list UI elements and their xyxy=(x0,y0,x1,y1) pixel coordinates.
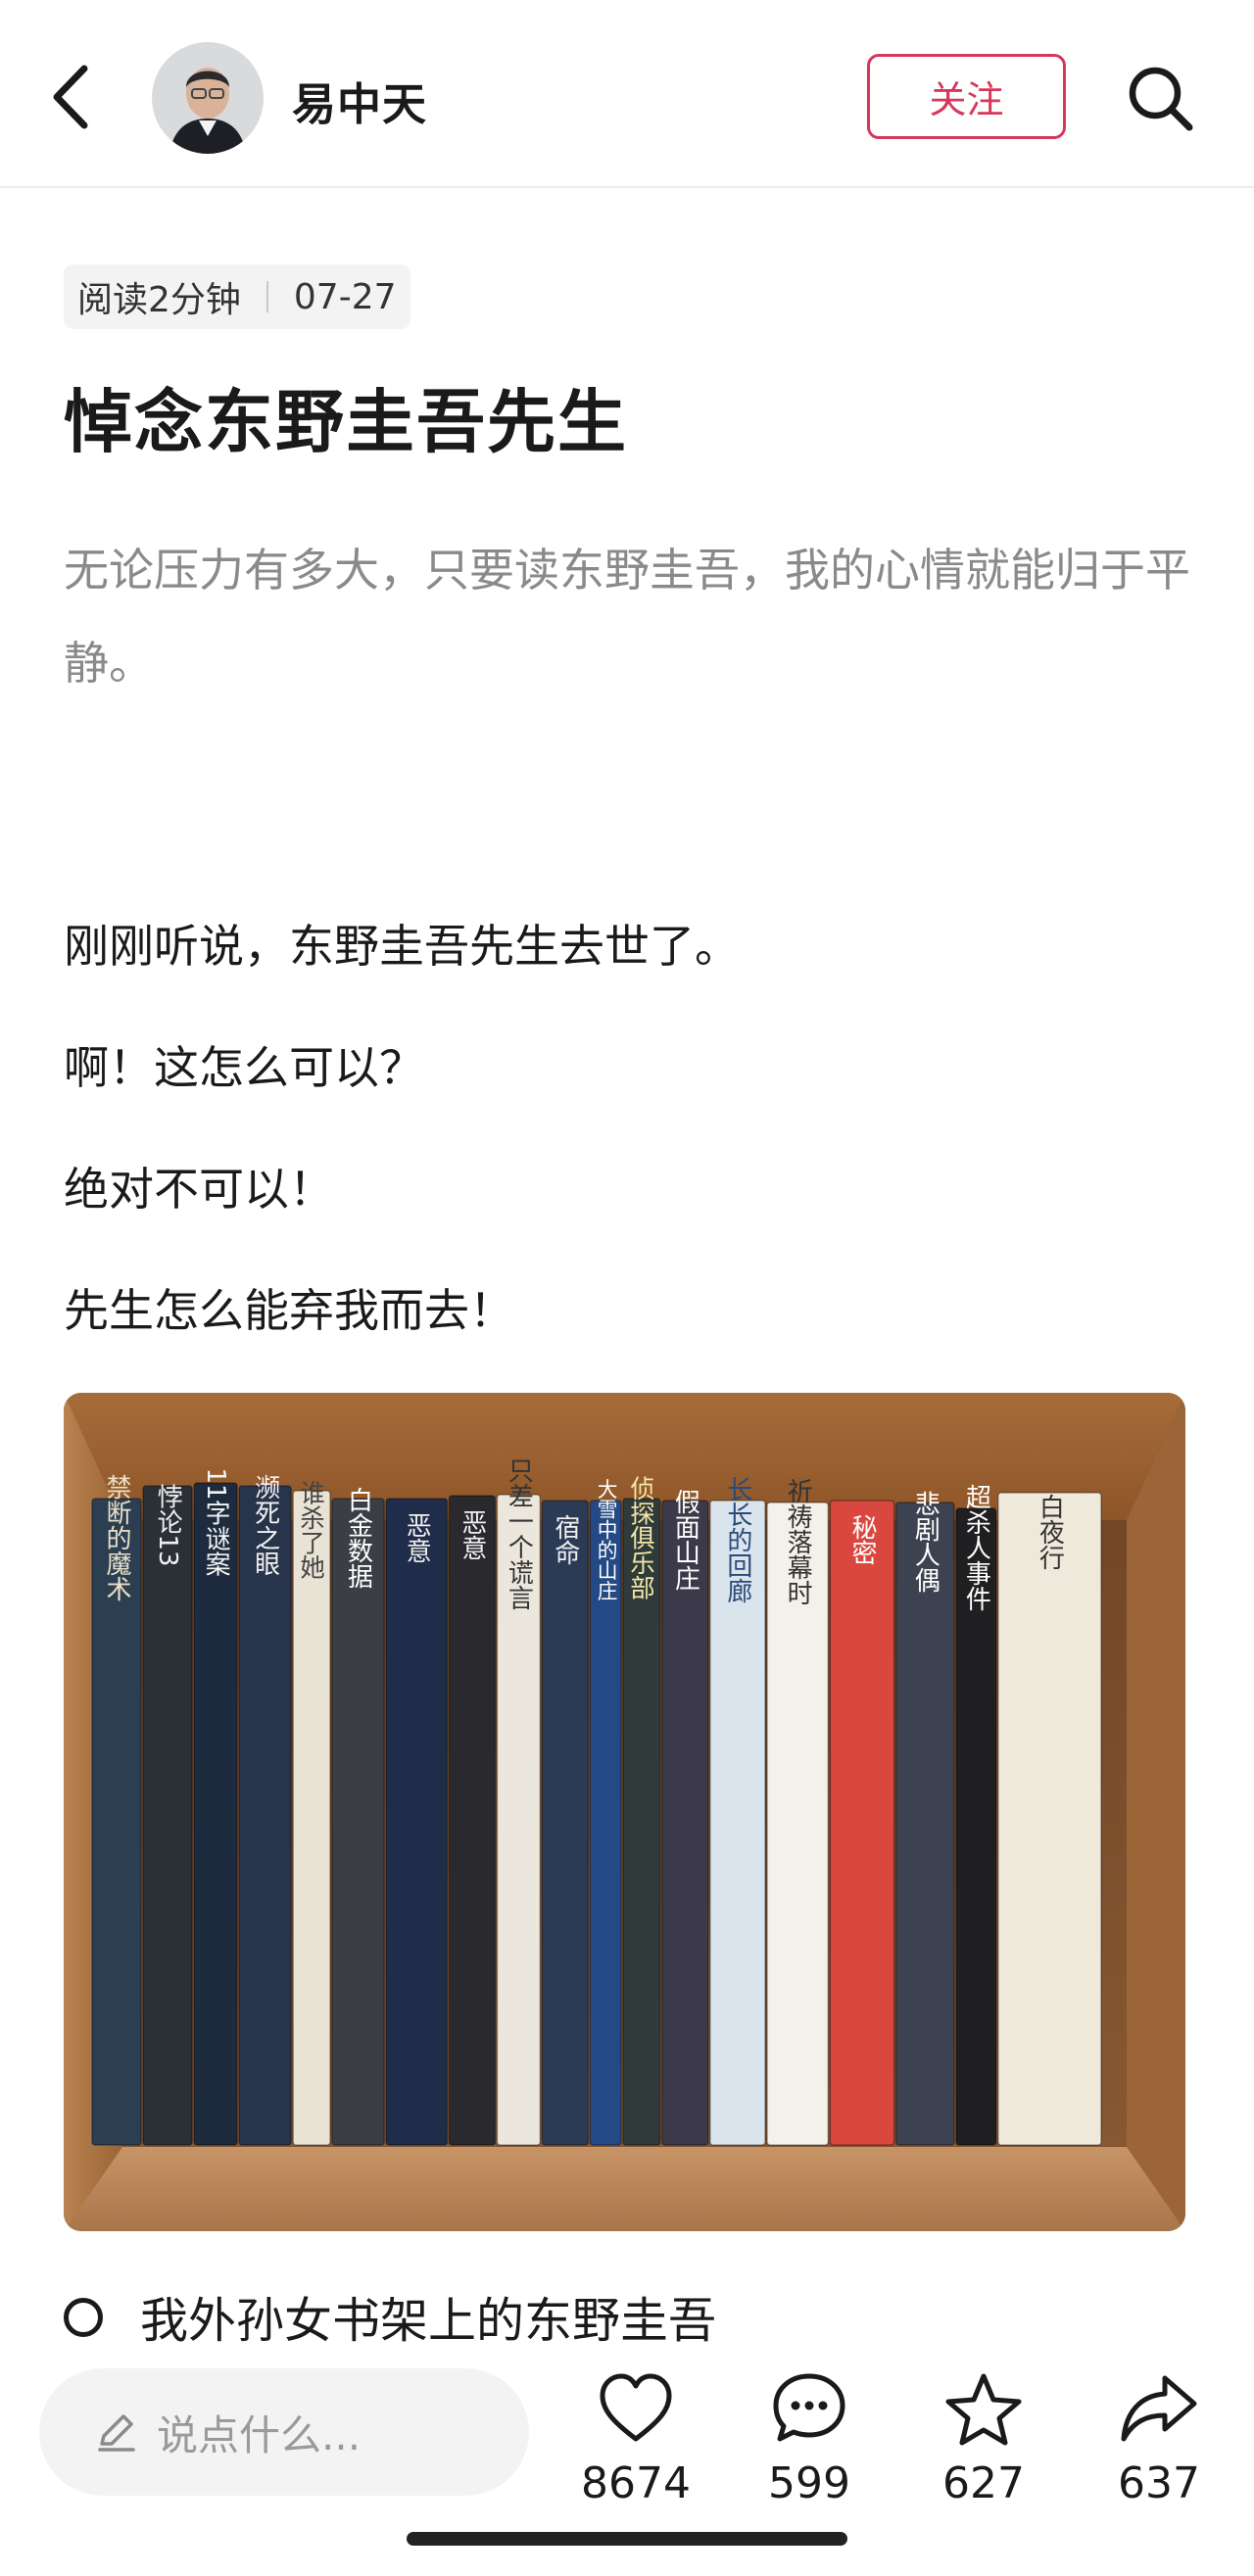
book-spine-title: 白夜行 xyxy=(1035,1494,1064,1570)
back-arrow-icon[interactable] xyxy=(47,61,106,133)
bookshelf-photo[interactable]: 禁断的魔术 悖论13 11字谜案 濒死之眼 谁杀了她 白金数据 恶意 恶意 只差一个谎言 宿命 大雪… xyxy=(64,1393,1185,2231)
home-indicator[interactable] xyxy=(407,2532,847,2546)
top-nav-bar: 易中天 关注 xyxy=(0,0,1254,188)
book-spine-title: 恶意 xyxy=(402,1512,431,1563)
comment-placeholder: 说点什么... xyxy=(157,2410,362,2459)
book-spine xyxy=(448,1495,497,2146)
article-summary: 无论压力有多大，只要读东野圭吾，我的心情就能归于平静。 xyxy=(64,544,1190,690)
search-icon[interactable] xyxy=(1125,63,1195,133)
book-spine-title: 悲剧人偶 xyxy=(910,1491,940,1593)
article-meta: 阅读2分钟 07-27 xyxy=(64,264,410,329)
share-button[interactable]: 637 xyxy=(1095,2370,1223,2508)
author-avatar[interactable] xyxy=(152,42,264,154)
book-spine-title: 禁断的魔术 xyxy=(102,1474,131,1601)
article-paragraph: 啊！这怎么可以？ xyxy=(64,1041,424,1094)
article-paragraph: 刚刚听说，东野圭吾先生去世了。 xyxy=(64,920,740,973)
bookshelf-image: 禁断的魔术 悖论13 11字谜案 濒死之眼 谁杀了她 白金数据 恶意 恶意 只差一个谎言 宿命 大雪… xyxy=(64,1393,1185,2231)
comment-count: 599 xyxy=(768,2458,850,2508)
image-caption-text: 我外孙女书架上的东野圭吾 xyxy=(140,2293,717,2349)
book-spine-title: 只差一个谎言 xyxy=(504,1457,533,1610)
book-spine xyxy=(997,1492,1102,2146)
author-name[interactable]: 易中天 xyxy=(292,69,427,132)
book-spine xyxy=(331,1498,385,2146)
comment-icon xyxy=(773,2373,845,2442)
book-spine xyxy=(385,1498,449,2146)
read-time: 阅读2分钟 xyxy=(77,280,241,320)
book-spine xyxy=(894,1502,955,2146)
publish-date: 07-27 xyxy=(293,276,397,317)
like-button[interactable]: 8674 xyxy=(572,2370,699,2508)
like-count: 8674 xyxy=(581,2458,691,2508)
book-spine xyxy=(292,1490,331,2146)
pencil-icon xyxy=(98,2414,135,2452)
article-paragraph: 先生怎么能弃我而去！ xyxy=(64,1284,514,1337)
book-spine-title: 长长的回廊 xyxy=(723,1476,752,1603)
book-spine-title: 恶意 xyxy=(458,1509,487,1560)
book-spine xyxy=(829,1500,895,2146)
book-spine-title: 11字谜案 xyxy=(201,1467,230,1576)
book-spine xyxy=(661,1500,709,2146)
heart-icon xyxy=(600,2373,672,2442)
article-title: 悼念东野圭吾先生 xyxy=(64,382,628,462)
caption-bullet-icon xyxy=(64,2297,103,2337)
article-paragraph: 绝对不可以！ xyxy=(64,1163,334,1216)
book-spine xyxy=(193,1482,238,2146)
book-spine xyxy=(541,1500,590,2146)
book-spine xyxy=(238,1485,292,2146)
star-icon xyxy=(945,2373,1022,2446)
follow-button[interactable]: 关注 xyxy=(867,54,1066,139)
book-spine xyxy=(142,1485,193,2146)
book-spine-title: 宿命 xyxy=(551,1514,580,1565)
book-spine-title: 谁杀了她 xyxy=(297,1480,326,1579)
book-spine-title: 白金数据 xyxy=(344,1487,373,1589)
image-caption: 我外孙女书架上的东野圭吾 xyxy=(64,2282,716,2352)
book-spine-title: 超杀人事件 xyxy=(961,1484,990,1611)
comment-button[interactable]: 599 xyxy=(746,2370,873,2508)
book-spine-title: 悖论13 xyxy=(153,1483,182,1566)
meta-divider xyxy=(265,281,268,312)
comment-input[interactable]: 说点什么... xyxy=(39,2368,529,2496)
share-icon xyxy=(1121,2375,1197,2442)
book-spine-title: 祈祷落幕时 xyxy=(783,1478,812,1605)
book-spine-title: 秘密 xyxy=(847,1514,877,1565)
share-count: 637 xyxy=(1118,2458,1200,2508)
favorite-button[interactable]: 627 xyxy=(920,2370,1047,2508)
book-spine-title: 濒死之眼 xyxy=(251,1474,280,1576)
book-spine-title: 侦探俱乐部 xyxy=(627,1476,656,1600)
book-spine-title: 大雪中的山庄 xyxy=(594,1479,617,1601)
favorite-count: 627 xyxy=(942,2458,1025,2508)
book-spine-title: 假面山庄 xyxy=(670,1489,699,1591)
